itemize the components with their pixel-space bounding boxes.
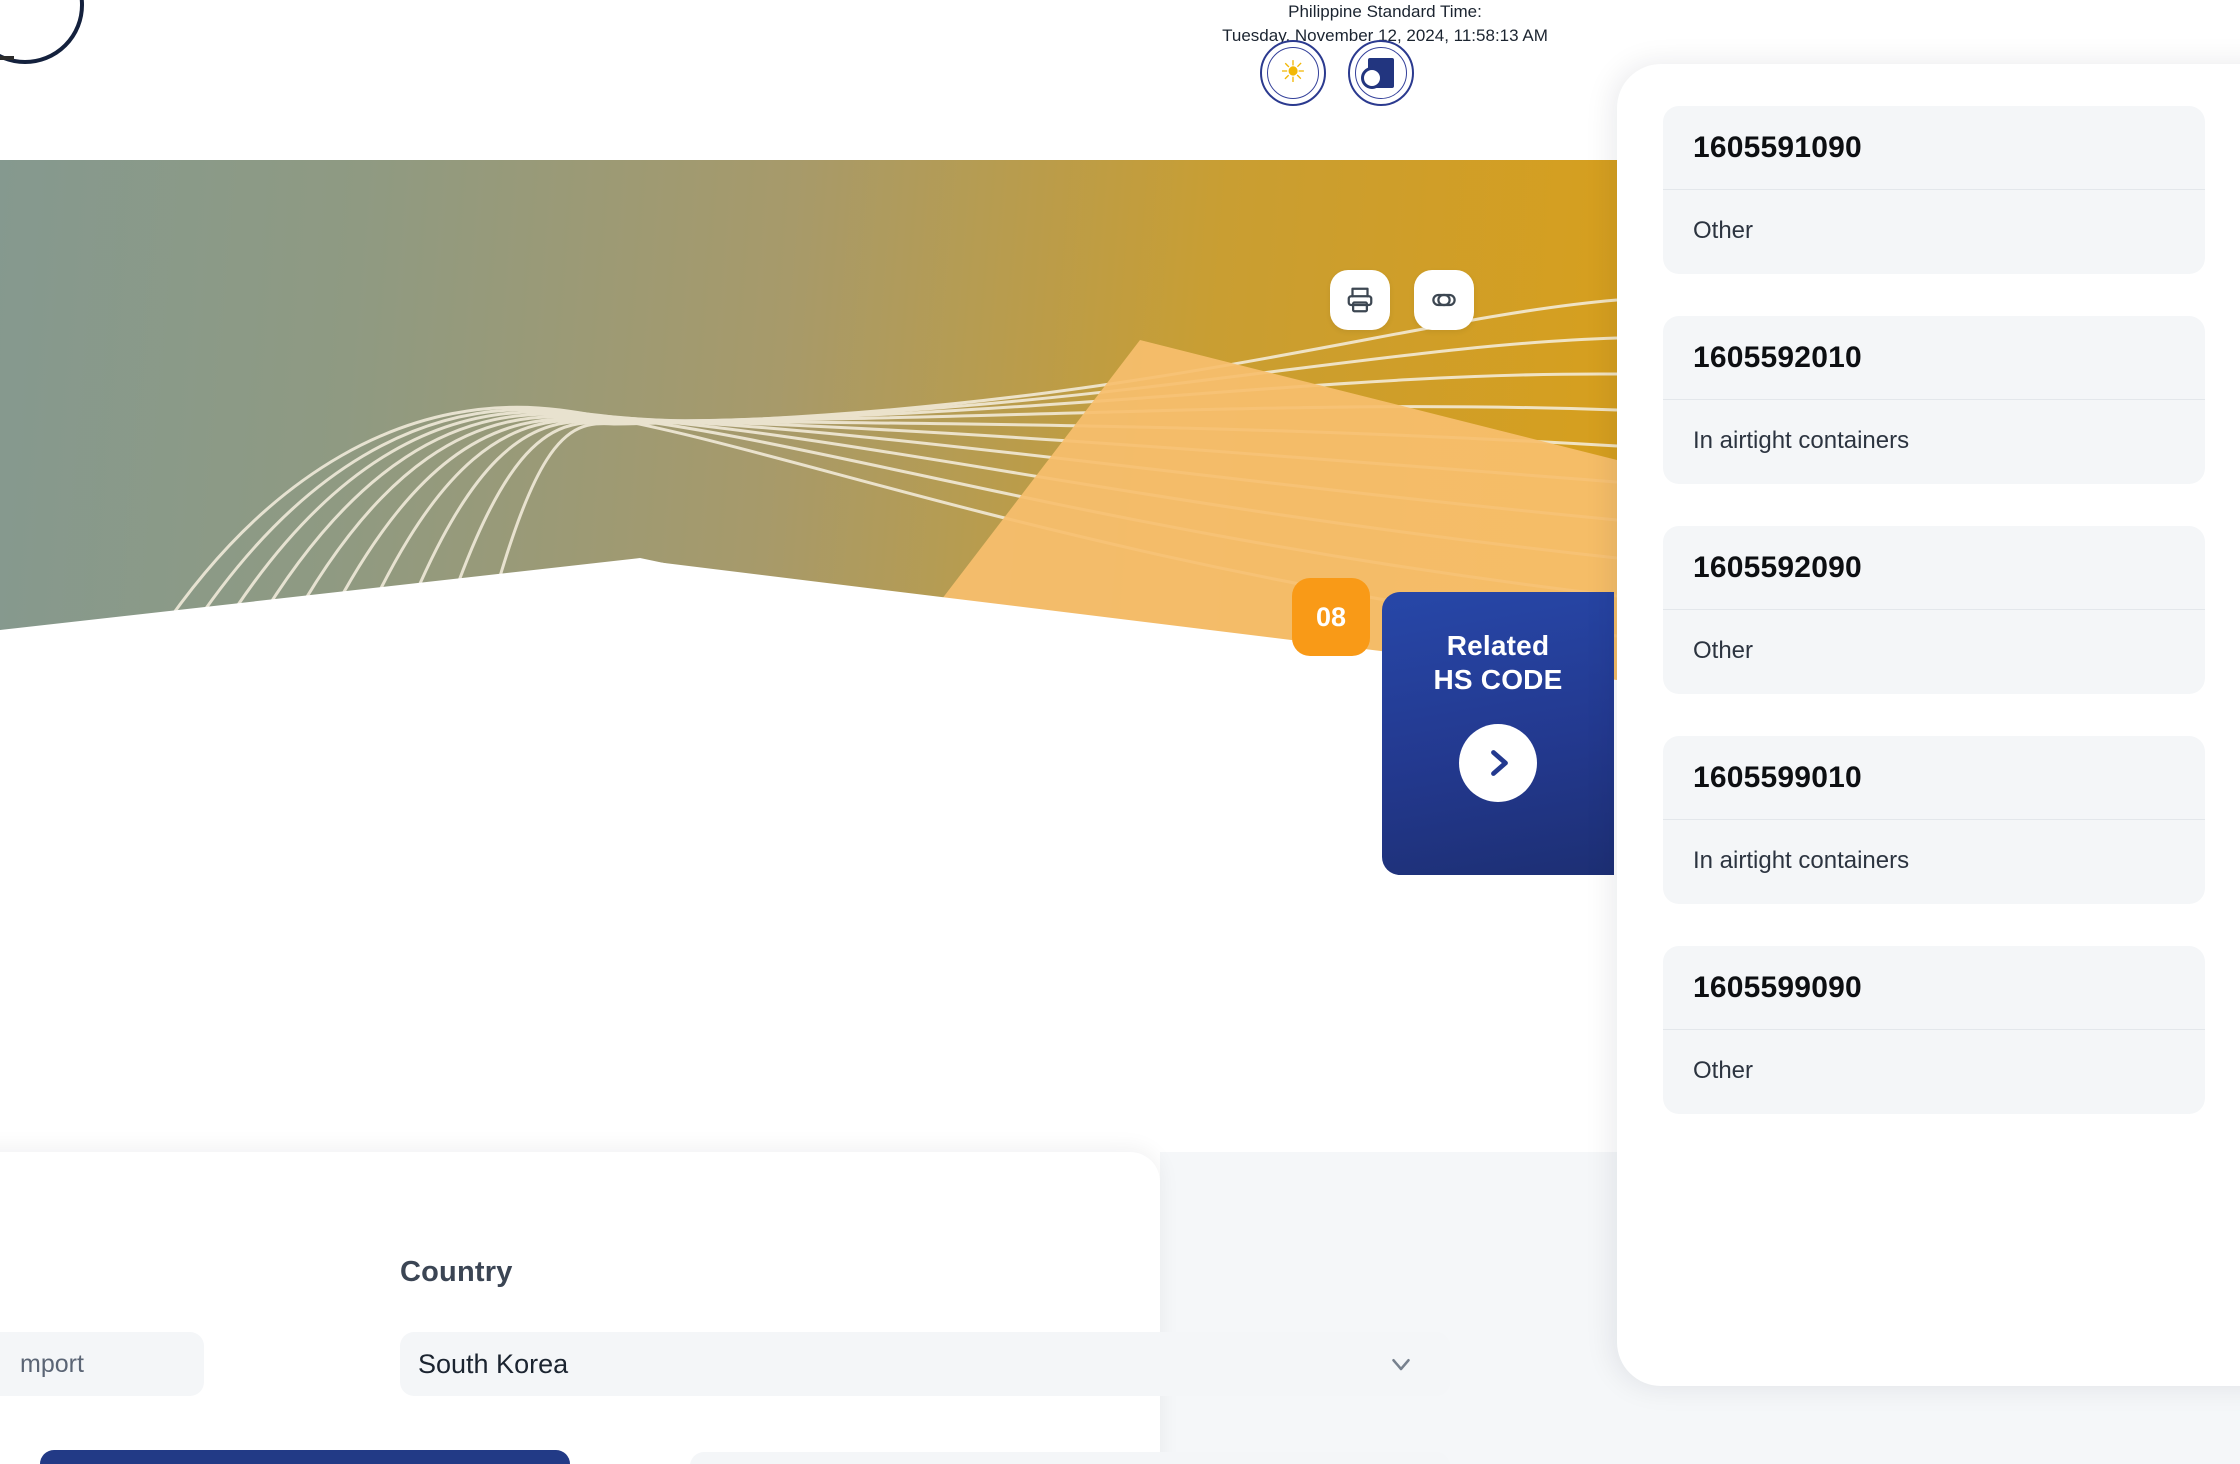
- copy-link-button[interactable]: [1414, 270, 1474, 330]
- philippines-seal-icon: ☀: [1260, 40, 1326, 106]
- hs-code-value: 1605592010: [1663, 316, 2205, 400]
- list-item[interactable]: 1605592090 Other: [1663, 526, 2205, 694]
- search-form-card: [0, 1152, 1160, 1464]
- country-label: Country: [400, 1256, 513, 1288]
- print-icon: [1347, 287, 1373, 313]
- agency-seal-icon: [0, 0, 84, 64]
- related-hs-code-next-button[interactable]: [1459, 724, 1537, 803]
- hs-code-list-panel: 1605591090 Other 1605592010 In airtight …: [1617, 64, 2240, 1386]
- agency-logo[interactable]: NDUSTRY: [0, 0, 132, 114]
- related-hs-code-title-line1: Related: [1446, 630, 1550, 661]
- list-item[interactable]: 1605592010 In airtight containers: [1663, 316, 2205, 484]
- hs-code-value: 1605592090: [1663, 526, 2205, 610]
- chevron-down-icon: [1392, 1359, 1410, 1371]
- banner-actions: [1330, 270, 1474, 330]
- secondary-input-field[interactable]: [690, 1452, 1450, 1464]
- logo-divider: [0, 56, 14, 60]
- document-magnifier-glyph: [1361, 58, 1394, 89]
- country-selected-value: South Korea: [418, 1348, 569, 1379]
- related-hs-code-title-line2: HS CODE: [1433, 663, 1563, 695]
- submit-button[interactable]: [40, 1450, 570, 1464]
- sun-glyph: ☀: [1279, 56, 1307, 89]
- step-number-badge: 08: [1292, 578, 1370, 656]
- list-item[interactable]: 1605599090 Other: [1663, 946, 2205, 1114]
- hs-code-value: 1605599090: [1663, 946, 2205, 1030]
- related-hs-code-card[interactable]: Related HS CODE: [1382, 592, 1614, 875]
- hs-code-description: Other: [1693, 217, 1754, 244]
- hs-code-description: Other: [1693, 637, 1754, 664]
- hs-code-description: In airtight containers: [1693, 427, 1910, 454]
- pst-label: Philippine Standard Time:: [1288, 2, 1482, 21]
- hs-code-value: 1605591090: [1663, 106, 2205, 190]
- bureau-seal-icon: [1348, 40, 1414, 106]
- list-item[interactable]: 1605599010 In airtight containers: [1663, 736, 2205, 904]
- attachment-link-icon: [1432, 293, 1456, 307]
- banner-decoration: [0, 298, 1617, 680]
- hs-code-description: Other: [1693, 1057, 1754, 1084]
- print-button[interactable]: [1330, 270, 1390, 330]
- government-seals: ☀: [1260, 40, 1520, 106]
- country-select[interactable]: South Korea: [400, 1332, 1450, 1396]
- app-root: NDUSTRY Philippine Standard Time: Tuesda…: [0, 0, 2240, 1464]
- list-item[interactable]: 1605591090 Other: [1663, 106, 2205, 274]
- hs-code-value: 1605599010: [1663, 736, 2205, 820]
- hs-code-description: In airtight containers: [1693, 847, 1910, 874]
- hero-banner: [0, 160, 1617, 680]
- site-header: NDUSTRY Philippine Standard Time: Tuesda…: [0, 0, 1617, 160]
- chevron-right-icon: [1491, 750, 1508, 777]
- trade-type-field[interactable]: mport: [0, 1332, 204, 1396]
